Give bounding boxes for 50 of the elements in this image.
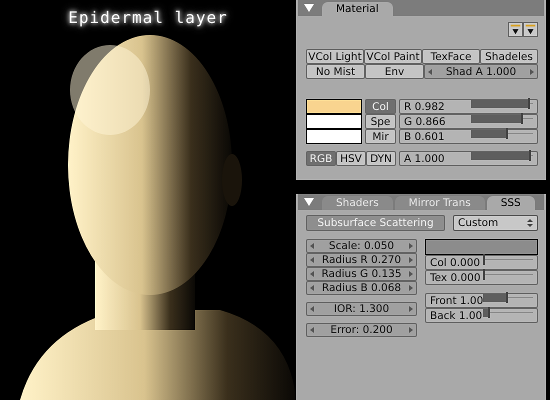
toggle-button[interactable]: Env: [365, 64, 424, 79]
right-arrow-icon[interactable]: [408, 271, 413, 277]
left-arrow-icon[interactable]: [310, 271, 314, 277]
number-field[interactable]: Scale: 0.050: [306, 239, 417, 253]
number-field[interactable]: Error: 0.200: [306, 323, 417, 337]
value-slider[interactable]: A 1.000: [399, 151, 538, 166]
number-field[interactable]: Radius B 0.068: [306, 281, 417, 295]
value-slider[interactable]: Col 0.000: [425, 255, 538, 270]
value-slider[interactable]: Tex 0.000: [425, 270, 538, 285]
toggle-button[interactable]: TexFace: [422, 49, 480, 64]
right-arrow-icon[interactable]: [409, 327, 413, 333]
right-arrow-icon[interactable]: [530, 68, 534, 74]
color-mode-button[interactable]: RGB: [306, 151, 336, 166]
left-arrow-icon[interactable]: [310, 257, 314, 263]
paste-icon[interactable]: [523, 22, 538, 37]
toggle-button[interactable]: Shadeles: [480, 49, 538, 64]
color-mode-button[interactable]: HSV: [336, 151, 366, 166]
color-mode-button[interactable]: DYN: [366, 151, 396, 166]
value-slider[interactable]: Back 1.00: [425, 308, 538, 323]
color-channel-button[interactable]: Spe: [365, 114, 396, 129]
toggle-button[interactable]: VCol Paint: [364, 49, 422, 64]
panel-tab[interactable]: Material: [322, 2, 393, 16]
right-arrow-icon[interactable]: [409, 243, 413, 249]
panel-tab[interactable]: SSS: [486, 196, 535, 210]
number-field[interactable]: IOR: 1.300: [306, 302, 417, 316]
left-arrow-icon[interactable]: [310, 306, 314, 312]
collapse-triangle-icon[interactable]: [304, 198, 314, 206]
value-slider[interactable]: R 0.982: [399, 99, 538, 114]
value-slider[interactable]: G 0.866: [399, 114, 538, 129]
toggle-button[interactable]: VCol Light: [306, 49, 364, 64]
color-channel-button[interactable]: Mir: [365, 129, 396, 144]
left-arrow-icon[interactable]: [428, 68, 432, 74]
left-arrow-icon[interactable]: [310, 327, 314, 333]
preset-dropdown[interactable]: Custom: [453, 215, 538, 231]
right-arrow-icon[interactable]: [409, 257, 413, 263]
right-arrow-icon[interactable]: [409, 306, 413, 312]
render-caption: Epidermal layer: [67, 8, 229, 27]
collapse-triangle-icon[interactable]: [304, 4, 314, 12]
right-arrow-icon[interactable]: [409, 285, 413, 291]
value-slider[interactable]: Front 1.00: [425, 293, 538, 308]
value-slider[interactable]: B 0.601: [399, 129, 538, 144]
number-field[interactable]: Radius G 0.135: [306, 267, 417, 281]
copy-icon[interactable]: [508, 22, 523, 37]
number-field[interactable]: Radius R 0.270: [306, 253, 417, 267]
toggle-button[interactable]: No Mist: [306, 64, 365, 79]
left-arrow-icon[interactable]: [310, 243, 314, 249]
left-arrow-icon[interactable]: [310, 285, 314, 291]
color-channel-button[interactable]: Col: [365, 99, 396, 114]
updown-icon: [527, 219, 533, 227]
number-field[interactable]: Shad A 1.000: [424, 64, 538, 79]
